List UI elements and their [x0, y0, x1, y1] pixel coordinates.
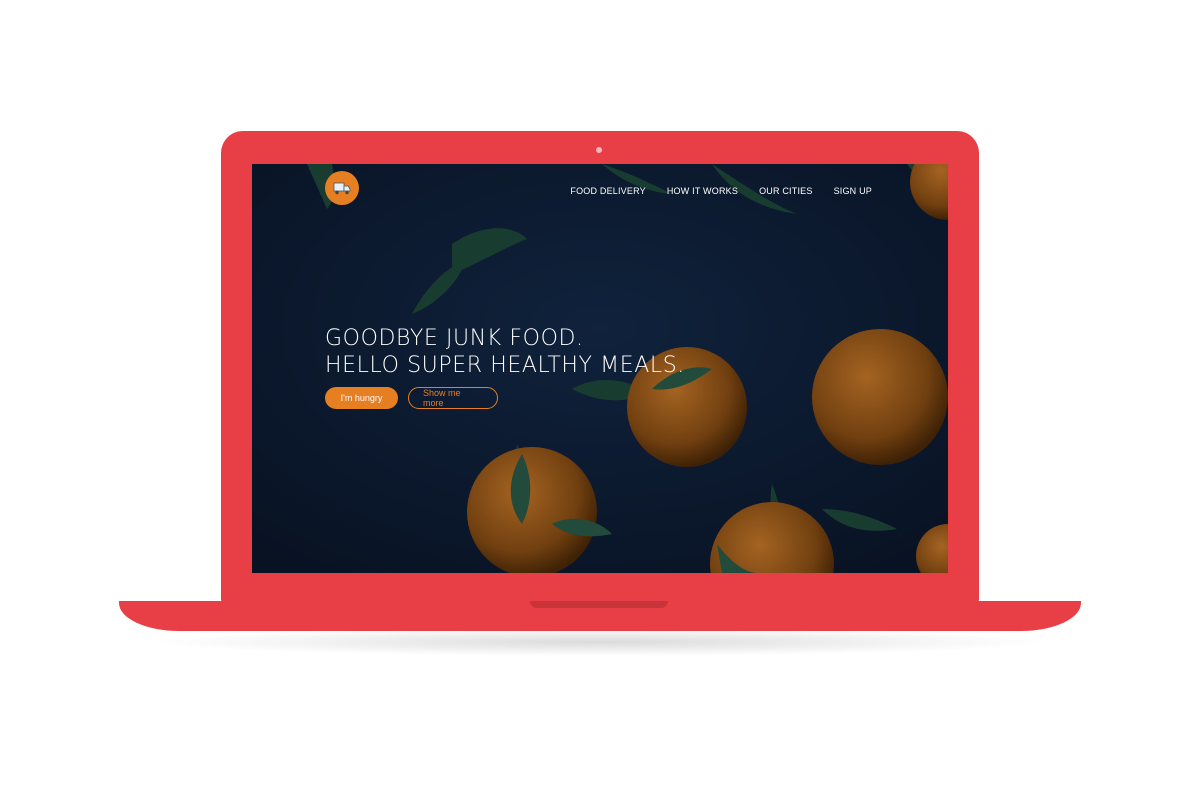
- laptop-base-notch: [530, 601, 668, 608]
- nav-food-delivery[interactable]: FOOD DELIVERY: [570, 186, 645, 196]
- hero-section: GOODBYE JUNK FOOD. HELLO SUPER HEALTHY M…: [325, 325, 685, 409]
- nav-how-it-works[interactable]: HOW IT WORKS: [667, 186, 738, 196]
- hero-heading-line2: HELLO SUPER HEALTHY MEALS.: [325, 353, 685, 378]
- hero-heading-line1: GOODBYE JUNK FOOD.: [325, 326, 584, 351]
- laptop-screen: FOOD DELIVERY HOW IT WORKS OUR CITIES SI…: [252, 164, 948, 573]
- laptop-lid: FOOD DELIVERY HOW IT WORKS OUR CITIES SI…: [221, 131, 979, 605]
- nav-our-cities[interactable]: OUR CITIES: [759, 186, 813, 196]
- hero-buttons: I'm hungry Show me more: [325, 387, 685, 409]
- im-hungry-button[interactable]: I'm hungry: [325, 387, 398, 409]
- camera-icon: [596, 147, 602, 153]
- logo[interactable]: [325, 171, 359, 205]
- laptop-shadow: [150, 628, 1050, 656]
- nav-sign-up[interactable]: SIGN UP: [834, 186, 872, 196]
- show-me-more-button[interactable]: Show me more: [408, 387, 498, 409]
- delivery-truck-icon: [333, 182, 351, 195]
- hero-heading: GOODBYE JUNK FOOD. HELLO SUPER HEALTHY M…: [325, 325, 685, 379]
- main-nav: FOOD DELIVERY HOW IT WORKS OUR CITIES SI…: [570, 186, 872, 196]
- laptop-base: [119, 601, 1081, 631]
